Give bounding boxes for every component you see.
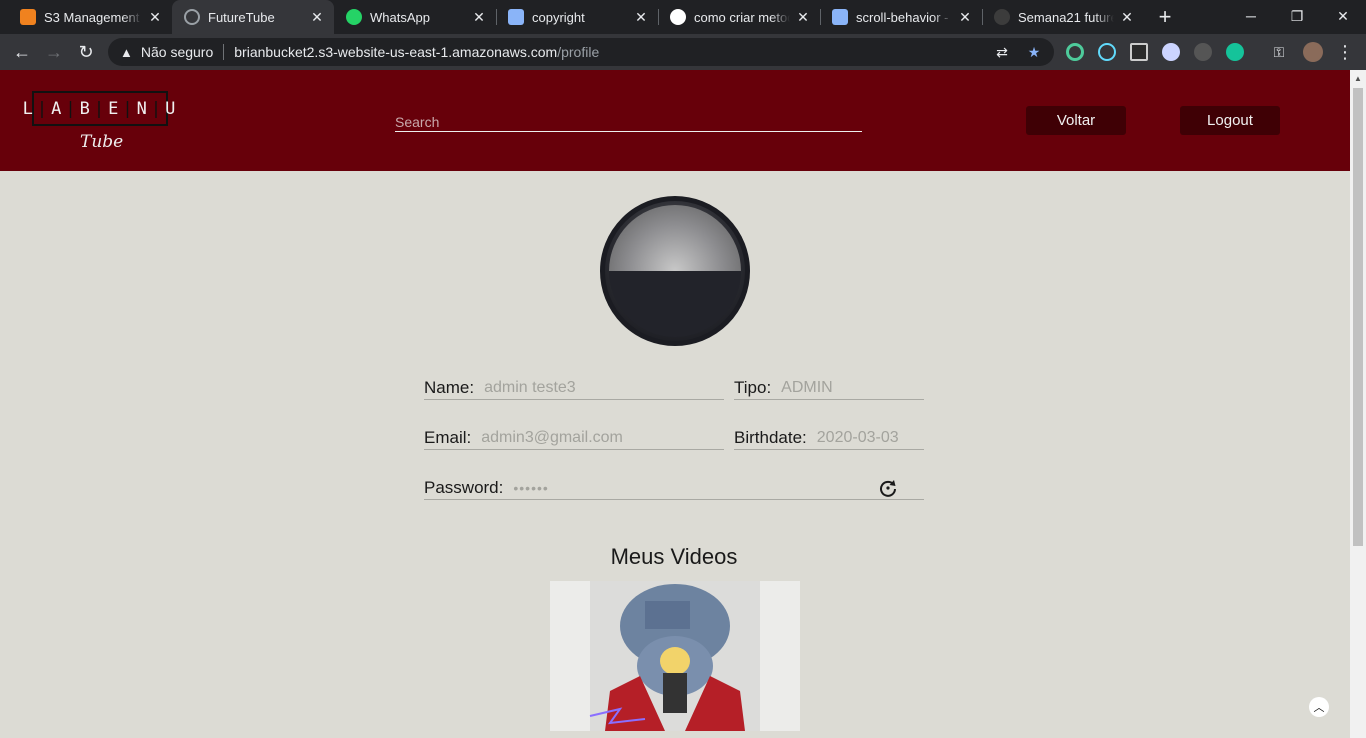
logout-button[interactable]: Logout xyxy=(1180,106,1280,135)
profile-avatar xyxy=(600,196,750,346)
tab-s3[interactable]: S3 Management C ✕ xyxy=(8,0,172,34)
reload-icon[interactable]: ↻ xyxy=(73,39,99,65)
security-label[interactable]: Não seguro xyxy=(141,44,213,60)
tab-title: scroll-behavior - C xyxy=(856,9,952,25)
birthdate-value: 2020-03-03 xyxy=(816,428,899,446)
back-icon[interactable]: ← xyxy=(9,39,35,65)
logo-letter: B xyxy=(79,98,92,119)
grammarly-icon[interactable] xyxy=(1226,43,1244,61)
close-icon[interactable]: ✕ xyxy=(958,10,972,24)
page-scrollbar[interactable]: ▲ xyxy=(1350,70,1366,738)
close-icon[interactable]: ✕ xyxy=(1120,10,1134,24)
email-label: Email: xyxy=(424,427,472,447)
address-bar[interactable]: ▲ Não seguro brianbucket2.s3-website-us-… xyxy=(108,38,1054,66)
logo-letter: A xyxy=(51,98,64,119)
back-button[interactable]: Voltar xyxy=(1026,106,1126,135)
tab-title: S3 Management C xyxy=(44,9,142,25)
scroll-up-arrow[interactable]: ▲ xyxy=(1353,74,1363,84)
tipo-label: Tipo: xyxy=(734,377,772,397)
whatsapp-icon xyxy=(346,9,362,25)
logo-letter: U xyxy=(165,98,178,119)
password-label: Password: xyxy=(424,477,504,497)
scrollbar-thumb[interactable] xyxy=(1353,88,1363,546)
react-devtools-icon[interactable] xyxy=(1098,43,1116,61)
close-icon[interactable]: ✕ xyxy=(310,10,324,24)
page-viewport: L | A | B | E | N | U Tube Voltar Logout… xyxy=(0,70,1350,738)
name-field: Name: admin teste3 xyxy=(424,376,724,400)
birthdate-label: Birthdate: xyxy=(734,427,807,447)
url-host: brianbucket2.s3-website-us-east-1.amazon… xyxy=(234,44,558,60)
close-icon[interactable]: ✕ xyxy=(472,10,486,24)
email-field: Email: admin3@gmail.com xyxy=(424,426,724,450)
tab-title: como criar metodo xyxy=(694,9,790,25)
logo-divider: | xyxy=(150,98,164,119)
tab-title: copyright xyxy=(532,9,585,25)
email-value: admin3@gmail.com xyxy=(481,428,623,446)
github-icon xyxy=(994,9,1010,25)
omnibox-divider xyxy=(223,44,225,60)
scroll-to-top-button[interactable]: ︿ xyxy=(1309,697,1329,717)
new-tab-button[interactable]: + xyxy=(1154,6,1176,28)
close-icon[interactable]: ✕ xyxy=(796,10,810,24)
tab-title: WhatsApp xyxy=(370,9,430,25)
profile-avatar-icon[interactable] xyxy=(1303,42,1323,62)
moon-lit-half xyxy=(609,205,741,271)
translate-icon[interactable]: ⇄ xyxy=(994,44,1010,60)
birthdate-field: Birthdate: 2020-03-03 xyxy=(734,426,924,450)
reset-password-icon[interactable] xyxy=(878,478,898,498)
tab-scroll-behavior[interactable]: scroll-behavior - C ✕ xyxy=(820,0,982,34)
site-header: L | A | B | E | N | U Tube Voltar Logout xyxy=(0,70,1350,171)
globe-icon xyxy=(184,9,200,25)
video-thumbnail-image xyxy=(550,581,800,731)
tab-title: Semana21 futuret xyxy=(1018,9,1114,25)
moon-dark-half xyxy=(609,271,741,337)
url-path: /profile xyxy=(557,44,600,60)
maximize-button[interactable]: ❐ xyxy=(1274,0,1320,32)
forward-icon[interactable]: → xyxy=(41,39,67,65)
google-icon xyxy=(670,9,686,25)
grammarly-doc-icon xyxy=(508,9,524,25)
extension-blue-circle-icon[interactable] xyxy=(1162,43,1180,61)
codepen-icon xyxy=(832,9,848,25)
logo-divider: | xyxy=(36,98,50,119)
tab-google-search[interactable]: como criar metodo ✕ xyxy=(658,0,820,34)
logo-letter: N xyxy=(136,98,149,119)
tab-futuretube[interactable]: FutureTube ✕ xyxy=(172,0,334,34)
chevron-up-icon: ︿ xyxy=(1313,702,1325,714)
aws-icon xyxy=(20,9,36,25)
browser-toolbar: ← → ↻ ▲ Não seguro brianbucket2.s3-websi… xyxy=(0,34,1366,70)
logo-letter: L xyxy=(22,98,35,119)
close-window-button[interactable]: ✕ xyxy=(1320,0,1366,32)
videos-section-title: Meus Videos xyxy=(610,544,738,569)
close-icon[interactable]: ✕ xyxy=(634,10,648,24)
minimize-button[interactable]: ─ xyxy=(1228,0,1274,32)
bookmark-star-icon[interactable]: ★ xyxy=(1026,44,1042,60)
extension-circle-icon[interactable] xyxy=(1066,43,1084,61)
search-input[interactable] xyxy=(395,113,862,132)
logo[interactable]: L | A | B | E | N | U xyxy=(23,91,175,126)
tipo-field: Tipo: ADMIN xyxy=(734,376,924,400)
logo-subtitle: Tube xyxy=(80,132,124,152)
password-value: •••••• xyxy=(513,479,549,496)
name-label: Name: xyxy=(424,377,475,397)
password-field: Password: •••••• xyxy=(424,476,924,500)
video-thumbnail[interactable] xyxy=(550,581,800,731)
extension-bug-icon[interactable] xyxy=(1194,43,1212,61)
key-icon[interactable]: ⚿ xyxy=(1266,39,1292,65)
tab-github[interactable]: Semana21 futuret ✕ xyxy=(982,0,1144,34)
logo-divider: | xyxy=(122,98,135,119)
name-value: admin teste3 xyxy=(484,378,576,396)
tipo-value: ADMIN xyxy=(781,378,833,396)
logo-divider: | xyxy=(65,98,78,119)
tab-strip: S3 Management C ✕ FutureTube ✕ WhatsApp … xyxy=(0,0,1366,34)
extension-square-icon[interactable] xyxy=(1130,43,1148,61)
tab-copyright[interactable]: copyright ✕ xyxy=(496,0,658,34)
close-icon[interactable]: ✕ xyxy=(148,10,162,24)
logo-letter: E xyxy=(108,98,121,119)
warning-icon[interactable]: ▲ xyxy=(120,45,133,60)
tab-title: FutureTube xyxy=(208,9,275,25)
menu-dots-icon[interactable]: ⋮ xyxy=(1332,39,1358,65)
logo-divider: | xyxy=(93,98,107,119)
tab-whatsapp[interactable]: WhatsApp ✕ xyxy=(334,0,496,34)
